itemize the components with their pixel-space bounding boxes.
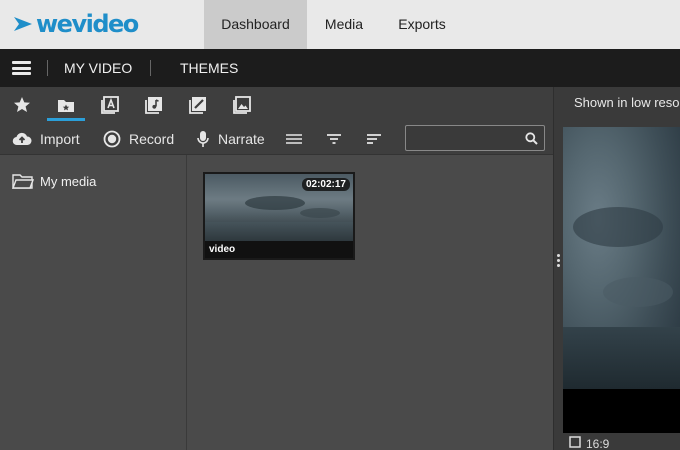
preview-letterbox	[563, 389, 680, 433]
upload-cloud-icon	[12, 132, 32, 145]
microphone-icon	[197, 130, 209, 147]
preview-panel: Shown in low reso 16:9	[563, 87, 680, 450]
top-navigation-bar: wevideo Dashboard Media Exports	[0, 0, 680, 49]
hamburger-menu-icon[interactable]	[12, 61, 31, 75]
record-label: Record	[129, 130, 175, 147]
logo-text: wevideo	[36, 10, 139, 38]
media-grid: 02:02:17 video	[188, 155, 553, 450]
my-video-link[interactable]: MY VIDEO	[64, 49, 132, 87]
wevideo-logo-icon	[14, 17, 32, 31]
search-input[interactable]	[410, 129, 520, 147]
search-icon[interactable]	[525, 132, 538, 145]
tab-media[interactable]: Media	[307, 0, 381, 49]
media-category-tabs	[0, 87, 553, 122]
media-library-panel: Import Record Narrate My media 02:02:17 …	[0, 87, 553, 450]
media-item-video[interactable]: 02:02:17 video	[203, 172, 355, 260]
preview-video-frame[interactable]	[563, 127, 680, 389]
separator	[47, 60, 48, 76]
filter-icon[interactable]	[325, 130, 343, 148]
tab-exports[interactable]: Exports	[381, 0, 463, 49]
active-tab-indicator	[47, 118, 85, 121]
duration-badge: 02:02:17	[301, 178, 350, 191]
list-view-icon[interactable]	[285, 130, 303, 148]
separator	[150, 60, 151, 76]
import-button[interactable]: Import	[12, 122, 80, 155]
narrate-button[interactable]: Narrate	[196, 122, 265, 155]
images-icon[interactable]	[232, 95, 252, 115]
tab-dashboard[interactable]: Dashboard	[204, 0, 307, 49]
record-icon	[103, 130, 121, 147]
record-button[interactable]: Record	[103, 122, 174, 155]
my-media-folder-icon[interactable]	[56, 95, 76, 115]
themes-link[interactable]: THEMES	[180, 49, 238, 87]
panel-resize-handle[interactable]	[553, 87, 563, 450]
preview-controls: 16:9	[563, 433, 680, 450]
text-icon[interactable]	[100, 95, 120, 115]
import-label: Import	[40, 130, 80, 147]
sort-icon[interactable]	[365, 130, 383, 148]
media-toolbar: Import Record Narrate	[0, 122, 553, 155]
low-resolution-note: Shown in low reso	[574, 95, 680, 110]
media-search-box[interactable]	[405, 125, 545, 151]
aspect-ratio-icon[interactable]	[569, 436, 581, 448]
wevideo-logo[interactable]: wevideo	[12, 9, 139, 39]
folder-label: My media	[40, 173, 97, 189]
edit-image-icon[interactable]	[188, 95, 208, 115]
media-item-label: video	[209, 244, 236, 255]
narrate-label: Narrate	[218, 130, 265, 147]
aspect-ratio-value[interactable]: 16:9	[586, 437, 609, 450]
folder-my-media[interactable]: My media	[12, 173, 96, 189]
editor-header-bar: MY VIDEO THEMES	[0, 49, 680, 87]
folder-icon	[12, 174, 34, 189]
folder-tree: My media	[0, 155, 187, 450]
music-icon[interactable]	[144, 95, 164, 115]
star-icon[interactable]	[12, 95, 32, 115]
